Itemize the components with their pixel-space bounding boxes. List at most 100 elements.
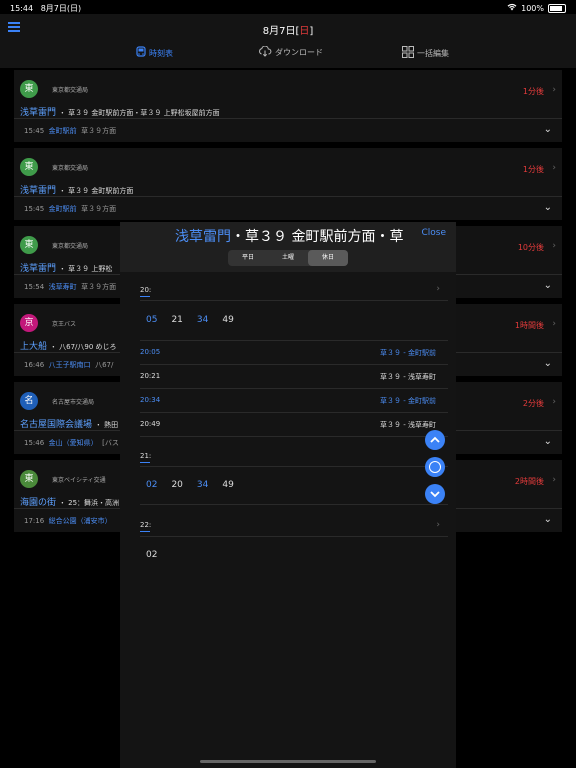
chevron-right-icon[interactable]: ›	[436, 284, 440, 294]
tab-download[interactable]: ダウンロード	[258, 45, 323, 59]
next-stop: 金町駅前	[48, 205, 77, 213]
minute-item[interactable]: 34	[197, 480, 208, 490]
next-stop: 八王子駅南口	[48, 361, 91, 369]
chevron-down-icon	[430, 491, 440, 498]
chevron-right-icon[interactable]: ›	[552, 85, 556, 95]
eta-label: 2分後	[522, 399, 544, 408]
route-summary: ・ 草３９ 金町駅前方面・草３９ 上野松坂屋前方面	[58, 109, 220, 117]
tab-bulk-edit[interactable]: 一括編集	[402, 46, 449, 60]
next-direction: 草３９方面	[81, 127, 117, 135]
chevron-right-icon[interactable]: ›	[552, 397, 556, 407]
operator-badge: 名	[20, 392, 38, 410]
next-stop: 浅草寿町	[48, 283, 77, 291]
divider	[140, 536, 448, 537]
battery-percent: 100%	[521, 3, 544, 13]
segment-weekday[interactable]: 平日	[228, 250, 268, 266]
chevron-right-icon[interactable]: ›	[552, 475, 556, 485]
scroll-current-button[interactable]	[425, 457, 445, 477]
title-bracket: ]	[309, 26, 314, 37]
minute-item[interactable]: 20	[171, 480, 182, 490]
trip-row[interactable]: 20:49 草３９ - 浅草寿町	[140, 412, 436, 436]
trip-time: 20:34	[140, 396, 161, 404]
hour-label: 21:	[140, 452, 152, 463]
divider	[140, 466, 448, 467]
minute-item[interactable]: 02	[146, 480, 157, 490]
next-time: 15:54	[24, 283, 45, 291]
trip-time: 20:05	[140, 348, 161, 356]
trip-destination: 草３９ - 金町駅前	[380, 349, 436, 357]
minutes-row: 02	[146, 550, 157, 560]
divider	[14, 196, 562, 197]
trip-destination: 草３９ - 浅草寿町	[380, 373, 436, 381]
operator-name: 東京ベイシティ交通	[52, 477, 106, 484]
minute-item[interactable]: 05	[146, 315, 157, 325]
status-time: 15:44	[10, 4, 34, 13]
next-direction: [バス	[102, 439, 119, 447]
chevron-down-icon[interactable]: ⌄	[544, 280, 552, 291]
tab-bar: 時刻表 ダウンロード 一括編集	[0, 45, 576, 62]
minutes-row: 02 20 34 49	[146, 480, 234, 490]
minute-item[interactable]: 49	[222, 480, 233, 490]
route-summary: ・ 25：舞浜・高洲	[58, 499, 120, 507]
modal-stop-name: 浅草雷門	[175, 229, 231, 245]
trip-row[interactable]: 20:34 草３９ - 金町駅前	[140, 388, 436, 412]
tab-timetable[interactable]: 時刻表	[136, 46, 173, 60]
minute-item[interactable]: 21	[171, 315, 182, 325]
cloud-download-icon	[258, 45, 272, 59]
minutes-row: 05 21 34 49	[146, 315, 234, 325]
operator-badge: 京	[20, 314, 38, 332]
chevron-down-icon[interactable]: ⌄	[544, 358, 552, 369]
trip-row[interactable]: 20:21 草３９ - 浅草寿町	[140, 364, 436, 388]
app-header: 8月7日[日] 時刻表 ダウンロード 一括編集	[0, 14, 576, 68]
tab-bulk-edit-label: 一括編集	[417, 48, 449, 58]
stop-card[interactable]: 東 東京都交通局 1分後 › 浅草雷門 ・ 草３９ 金町駅前方面 15:45 金…	[14, 148, 562, 220]
minute-item[interactable]: 49	[222, 315, 233, 325]
minute-item[interactable]: 02	[146, 550, 157, 560]
trip-destination: 草３９ - 金町駅前	[380, 397, 436, 405]
chevron-down-icon[interactable]: ⌄	[544, 124, 552, 135]
close-button[interactable]: Close	[421, 228, 446, 238]
next-stop: 金町駅前	[48, 127, 77, 135]
next-stop: 金山（愛知県）	[48, 439, 98, 447]
minute-item[interactable]: 34	[197, 315, 208, 325]
segment-holiday[interactable]: 休日	[308, 250, 348, 266]
modal-header: 浅草雷門・草３９ 金町駅前方面・草 Close 平日 土曜 休日	[120, 222, 456, 272]
wifi-icon	[507, 3, 517, 13]
bus-icon	[136, 46, 146, 60]
operator-name: 京王バス	[52, 321, 77, 328]
next-stop: 総合公園（浦安市）	[48, 517, 112, 525]
operator-name: 東京都交通局	[52, 87, 89, 94]
chevron-right-icon[interactable]: ›	[552, 163, 556, 173]
timetable-modal: 浅草雷門・草３９ 金町駅前方面・草 Close 平日 土曜 休日 20: › 0…	[120, 222, 456, 768]
hour-label: 20:	[140, 286, 152, 297]
hour-label: 22:	[140, 521, 152, 532]
scroll-down-button[interactable]	[425, 484, 445, 504]
chevron-down-icon[interactable]: ⌄	[544, 436, 552, 447]
divider	[140, 504, 448, 505]
chevron-down-icon[interactable]: ⌄	[544, 514, 552, 525]
chevron-down-icon[interactable]: ⌄	[544, 202, 552, 213]
chevron-right-icon[interactable]: ›	[436, 520, 440, 530]
next-direction: 草３９方面	[81, 283, 117, 291]
page-title: 8月7日[日]	[0, 22, 576, 37]
battery-icon	[548, 3, 566, 13]
stop-card[interactable]: 東 東京都交通局 1分後 › 浅草雷門 ・ 草３９ 金町駅前方面・草３９ 上野松…	[14, 70, 562, 142]
chevron-right-icon[interactable]: ›	[552, 241, 556, 251]
segment-saturday[interactable]: 土曜	[268, 250, 308, 266]
route-summary: ・ 草３９ 上野松	[58, 265, 113, 273]
eta-label: 1分後	[522, 165, 544, 174]
tab-timetable-label: 時刻表	[149, 48, 173, 58]
trip-time: 20:21	[140, 372, 161, 380]
home-indicator[interactable]	[200, 760, 376, 763]
chevron-right-icon[interactable]: ›	[552, 319, 556, 329]
next-time: 15:45	[24, 127, 45, 135]
route-summary: ・ 八67/八90 めじろ	[49, 343, 117, 351]
next-time: 15:45	[24, 205, 45, 213]
status-left: 15:44 8月7日(日)	[10, 3, 81, 14]
trip-row[interactable]: 20:05 草３９ - 金町駅前	[140, 340, 436, 364]
operator-name: 名古屋市交通局	[52, 399, 95, 406]
eta-label: 1分後	[522, 87, 544, 96]
eta-label: 10分後	[517, 243, 544, 252]
scroll-up-button[interactable]	[425, 430, 445, 450]
stop-name: 海園の街	[20, 498, 57, 508]
